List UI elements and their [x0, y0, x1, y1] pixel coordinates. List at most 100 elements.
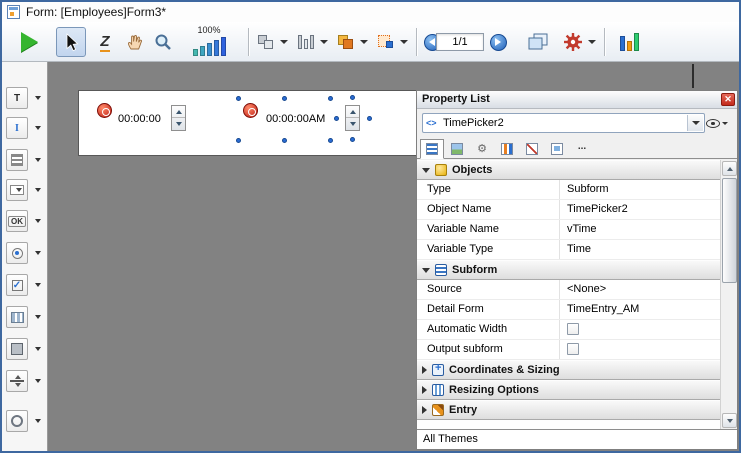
tool-input-button[interactable]: I — [6, 117, 28, 139]
tool-text-button[interactable]: T — [6, 87, 28, 109]
selection-handle[interactable] — [236, 96, 241, 101]
property-row[interactable]: Automatic Width — [417, 320, 720, 340]
preferences-button[interactable] — [560, 27, 586, 57]
stepper-up-button[interactable] — [172, 106, 185, 118]
combo-dropdown-button[interactable] — [687, 115, 703, 131]
move-tool-button[interactable] — [122, 27, 148, 57]
database-objects-button[interactable] — [614, 27, 644, 57]
form-windows-button[interactable] — [524, 27, 552, 57]
align-dropdown[interactable] — [278, 27, 290, 57]
automatic-width-checkbox[interactable] — [567, 323, 579, 335]
object-order-button[interactable] — [334, 27, 358, 57]
tool-combobox-button[interactable] — [6, 179, 28, 201]
property-value[interactable]: TimePicker2 — [559, 200, 720, 219]
property-value[interactable]: TimeEntry_AM — [559, 300, 720, 319]
property-scrollbar[interactable] — [720, 160, 737, 429]
next-page-button[interactable] — [488, 27, 508, 57]
tool-checkbox-button[interactable]: ✓ — [6, 274, 28, 296]
execute-form-button[interactable] — [14, 27, 44, 57]
selection-handle[interactable] — [236, 138, 241, 143]
stepper-down-button[interactable] — [172, 118, 185, 130]
tool-button-button[interactable]: OK — [6, 210, 28, 232]
distribute-button[interactable] — [294, 27, 318, 57]
tool-oval-button[interactable] — [6, 410, 28, 432]
property-row[interactable]: Output subform — [417, 340, 720, 360]
tab-graphs[interactable] — [520, 139, 544, 159]
tool-text-dropdown[interactable] — [33, 87, 43, 109]
property-row[interactable]: Variable Name vTime — [417, 220, 720, 240]
selection-handle[interactable] — [350, 95, 355, 100]
object-color-dropdown[interactable] — [398, 27, 410, 57]
tool-splitter-button[interactable] — [6, 370, 28, 392]
form-area[interactable]: 00:00:00 00:00:00AM — [78, 90, 418, 156]
selection-handle[interactable] — [350, 137, 355, 142]
stepper-up-button[interactable] — [346, 106, 359, 118]
tool-checkbox-dropdown[interactable] — [33, 274, 43, 296]
distribute-dropdown[interactable] — [318, 27, 330, 57]
tool-rectangle-button[interactable] — [6, 338, 28, 360]
timepicker1-anchor-icon[interactable] — [97, 103, 112, 118]
property-value[interactable]: <None> — [559, 280, 720, 299]
group-entry[interactable]: Entry — [417, 400, 720, 420]
selection-handle[interactable] — [282, 138, 287, 143]
view-filter-button[interactable] — [703, 115, 731, 132]
tool-buttonbar-dropdown[interactable] — [33, 306, 43, 328]
close-button[interactable] — [721, 93, 735, 106]
selection-tool-button[interactable] — [56, 27, 86, 57]
selection-handle[interactable] — [334, 116, 339, 121]
tab-charts[interactable] — [495, 139, 519, 159]
property-row[interactable]: Source <None> — [417, 280, 720, 300]
property-row[interactable]: Variable Type Time — [417, 240, 720, 260]
group-objects[interactable]: Objects — [417, 160, 720, 180]
property-row[interactable]: Type Subform — [417, 180, 720, 200]
tool-listbox-button[interactable] — [6, 149, 28, 171]
selection-handle[interactable] — [328, 96, 333, 101]
scroll-up-button[interactable] — [722, 161, 737, 176]
group-coordinates-sizing[interactable]: Coordinates & Sizing — [417, 360, 720, 380]
timepicker2-stepper[interactable] — [345, 105, 360, 131]
zoom-level-control[interactable]: 100% — [178, 25, 240, 59]
tool-listbox-dropdown[interactable] — [33, 149, 43, 171]
tab-more[interactable]: ... — [570, 139, 594, 159]
entry-order-button[interactable]: Z — [92, 27, 118, 57]
tool-buttonbar-button[interactable] — [6, 306, 28, 328]
zoom-tool-button[interactable] — [150, 27, 176, 57]
tool-input-dropdown[interactable] — [33, 117, 43, 139]
group-resizing-options[interactable]: Resizing Options — [417, 380, 720, 400]
tab-events[interactable]: ⚙ — [470, 139, 494, 159]
timepicker2-value[interactable]: 00:00:00AM — [266, 113, 325, 125]
tab-properties[interactable] — [420, 139, 444, 159]
object-color-button[interactable] — [374, 27, 398, 57]
group-subform[interactable]: Subform — [417, 260, 720, 280]
tool-radio-button[interactable] — [6, 242, 28, 264]
property-value[interactable]: Time — [559, 240, 720, 259]
tool-splitter-dropdown[interactable] — [33, 370, 43, 392]
preferences-dropdown[interactable] — [586, 27, 598, 57]
image-icon — [451, 143, 463, 155]
stepper-down-button[interactable] — [346, 118, 359, 130]
object-order-dropdown[interactable] — [358, 27, 370, 57]
scroll-down-button[interactable] — [722, 413, 737, 428]
property-row[interactable]: Detail Form TimeEntry_AM — [417, 300, 720, 320]
tool-oval-dropdown[interactable] — [33, 410, 43, 432]
selection-handle[interactable] — [328, 138, 333, 143]
object-selector-combo[interactable]: <> TimePicker2 — [422, 113, 705, 133]
tool-button-dropdown[interactable] — [33, 210, 43, 232]
tool-combobox-dropdown[interactable] — [33, 179, 43, 201]
tool-rectangle-dropdown[interactable] — [33, 338, 43, 360]
property-value[interactable]: Subform — [559, 180, 720, 199]
output-subform-checkbox[interactable] — [567, 343, 579, 355]
selection-handle[interactable] — [367, 116, 372, 121]
scrollbar-thumb[interactable] — [722, 178, 737, 283]
property-value[interactable]: vTime — [559, 220, 720, 239]
theme-filter[interactable]: All Themes — [417, 429, 737, 449]
timepicker1-stepper[interactable] — [171, 105, 186, 131]
timepicker2-anchor-icon[interactable] — [243, 103, 258, 118]
property-row[interactable]: Object Name TimePicker2 — [417, 200, 720, 220]
timepicker1-value[interactable]: 00:00:00 — [118, 113, 161, 125]
tool-radio-dropdown[interactable] — [33, 242, 43, 264]
align-button[interactable] — [254, 27, 278, 57]
tab-display[interactable] — [545, 139, 569, 159]
selection-handle[interactable] — [282, 96, 287, 101]
tab-appearance[interactable] — [445, 139, 469, 159]
